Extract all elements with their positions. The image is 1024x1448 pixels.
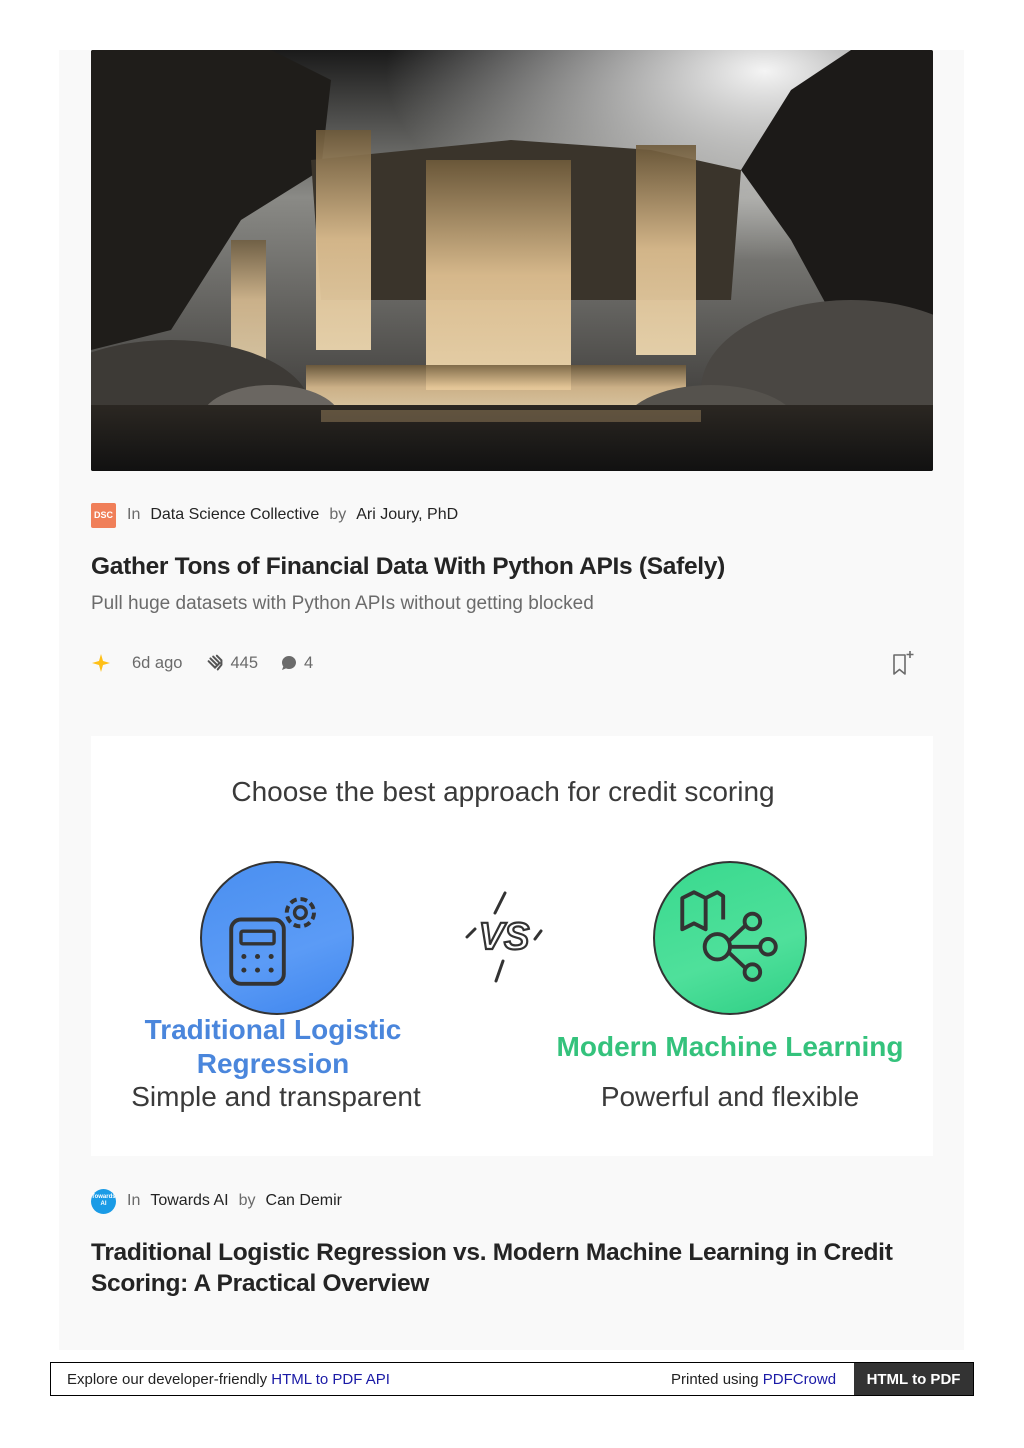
article-byline: DSC In Data Science Collective by Ari Jo… bbox=[91, 502, 458, 528]
comment-count: 4 bbox=[304, 653, 314, 672]
option-title-right: Modern Machine Learning bbox=[556, 1031, 904, 1062]
comment-icon[interactable] bbox=[280, 654, 298, 672]
option-desc-left: Simple and transparent bbox=[131, 1081, 421, 1112]
pdf-footer-bar: Explore our developer-friendly HTML to P… bbox=[50, 1362, 974, 1396]
publish-age: 6d ago bbox=[132, 653, 183, 672]
book-network-icon bbox=[653, 861, 807, 1015]
byline-in: In bbox=[127, 506, 141, 523]
option-title-left: Traditional Logistic Regression bbox=[144, 1014, 402, 1079]
article-title[interactable]: Gather Tons of Financial Data With Pytho… bbox=[91, 551, 933, 582]
byline-by: by bbox=[329, 506, 347, 523]
author-link[interactable]: Can Demir bbox=[266, 1192, 342, 1210]
article-hero-image[interactable] bbox=[91, 50, 933, 471]
svg-text:VS: VS bbox=[479, 916, 530, 958]
graphic-heading: Choose the best approach for credit scor… bbox=[231, 776, 775, 807]
article-subtitle[interactable]: Pull huge datasets with Python APIs with… bbox=[91, 593, 594, 615]
clap-count: 445 bbox=[230, 653, 258, 672]
bookmark-add-icon[interactable] bbox=[891, 650, 915, 676]
publication-logo[interactable]: DSC bbox=[91, 502, 116, 528]
footer-printed-using: Printed using PDFCrowd bbox=[671, 1371, 837, 1388]
article-byline: Towards AI In Towards AI by Can Demir bbox=[91, 1188, 342, 1214]
html-to-pdf-api-link[interactable]: HTML to PDF API bbox=[271, 1371, 390, 1388]
html-to-pdf-button[interactable]: HTML to PDF bbox=[854, 1363, 973, 1395]
byline-in: In bbox=[127, 1192, 141, 1209]
article-title[interactable]: Traditional Logistic Regression vs. Mode… bbox=[91, 1237, 933, 1299]
footer-promo: Explore our developer-friendly HTML to P… bbox=[67, 1371, 390, 1388]
publication-link[interactable]: Data Science Collective bbox=[150, 506, 319, 524]
clap-icon[interactable] bbox=[204, 652, 226, 674]
byline-by: by bbox=[238, 1192, 256, 1209]
article-meta: 6d ago 445 4 bbox=[91, 650, 915, 676]
star-icon bbox=[92, 654, 110, 672]
option-desc-right: Powerful and flexible bbox=[600, 1081, 860, 1112]
pdfcrowd-link[interactable]: PDFCrowd bbox=[763, 1371, 836, 1388]
publication-link[interactable]: Towards AI bbox=[150, 1192, 228, 1210]
author-link[interactable]: Ari Joury, PhD bbox=[356, 506, 458, 524]
versus-icon: VS bbox=[465, 891, 543, 983]
calculator-gear-icon bbox=[200, 861, 354, 1015]
article-hero-image[interactable]: Choose the best approach for credit scor… bbox=[91, 736, 933, 1156]
publication-logo[interactable]: Towards AI bbox=[91, 1188, 116, 1214]
